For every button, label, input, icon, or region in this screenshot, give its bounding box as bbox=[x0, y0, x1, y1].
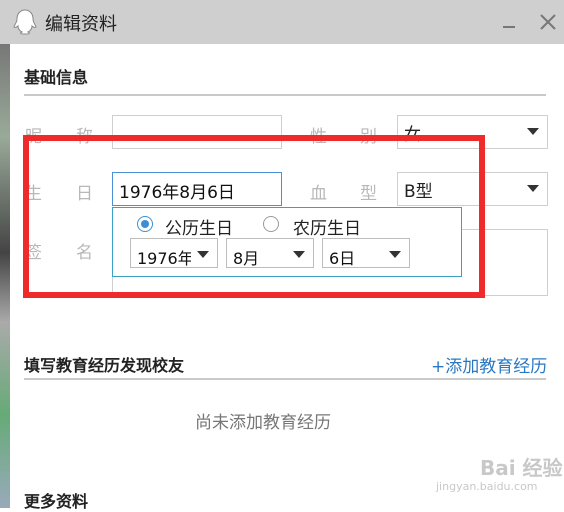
close-icon bbox=[540, 14, 556, 30]
qq-penguin-icon bbox=[12, 8, 38, 36]
add-education-link[interactable]: +添加教育经历 bbox=[431, 352, 547, 377]
baidu-watermark-url: jingyan.baidu.com bbox=[436, 480, 538, 493]
highlight-annotation bbox=[23, 135, 485, 298]
window-title: 编辑资料 bbox=[45, 14, 117, 35]
section-title-basic-info: 基础信息 bbox=[24, 68, 89, 87]
background-strip bbox=[0, 44, 10, 508]
divider bbox=[24, 378, 546, 380]
divider bbox=[24, 94, 546, 96]
baidu-watermark: Bai 经验 bbox=[480, 456, 563, 480]
minimize-button[interactable] bbox=[497, 12, 521, 36]
close-button[interactable] bbox=[536, 10, 560, 34]
no-education-text: 尚未添加教育经历 bbox=[195, 413, 331, 433]
section-title-more-info: 更多资料 bbox=[24, 492, 89, 511]
chevron-down-icon bbox=[527, 128, 539, 135]
chevron-down-icon bbox=[527, 185, 539, 192]
section-title-education: 填写教育经历发现校友 bbox=[24, 356, 185, 375]
